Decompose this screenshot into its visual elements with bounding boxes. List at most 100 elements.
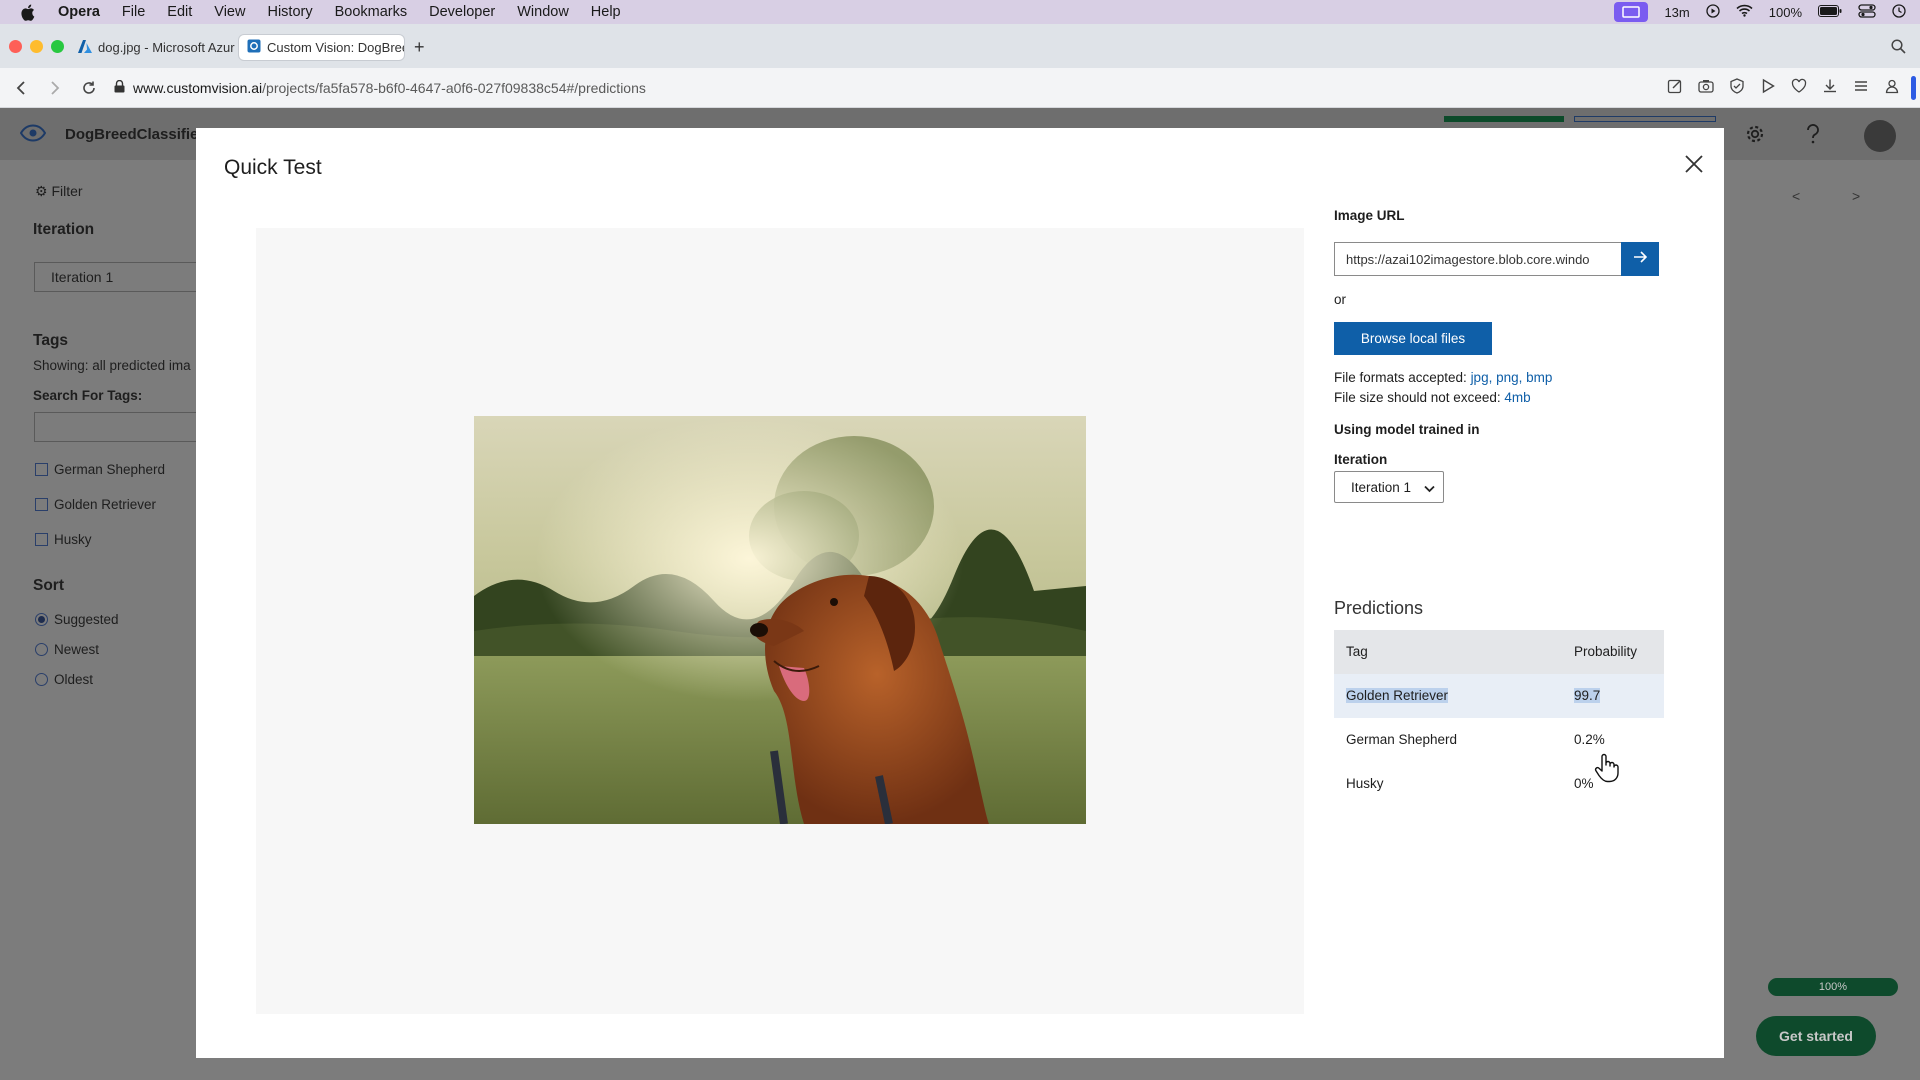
- control-center-icon[interactable]: [1858, 3, 1876, 21]
- screen-share-icon[interactable]: [1614, 2, 1649, 22]
- shield-icon[interactable]: [1729, 78, 1745, 94]
- url-path: /projects/fa5fa578-b6f0-4647-a0f6-027f09…: [262, 79, 646, 96]
- showing-text: Showing: all predicted ima: [33, 358, 191, 373]
- status-area: 13m 100%: [1614, 0, 1906, 24]
- iteration-label: Iteration: [1334, 452, 1388, 467]
- url-host: www.customvision.ai: [133, 79, 263, 96]
- sort-heading: Sort: [33, 577, 64, 594]
- sort-label: Newest: [54, 642, 100, 657]
- tag-checkbox-german-shepherd[interactable]: [35, 463, 48, 476]
- prediction-probability: 0.2%: [1574, 732, 1605, 747]
- apple-icon[interactable]: [20, 3, 38, 21]
- tag-label: Golden Retriever: [54, 497, 157, 512]
- menu-view[interactable]: View: [214, 4, 245, 20]
- url-field[interactable]: www.customvision.ai/projects/fa5fa578-b6…: [114, 79, 646, 96]
- get-started-button[interactable]: Get started: [1756, 1016, 1876, 1056]
- snapshot-edit-icon[interactable]: [1667, 78, 1683, 94]
- file-formats-link[interactable]: jpg, png, bmp: [1471, 370, 1553, 385]
- profile-icon[interactable]: [1884, 78, 1900, 94]
- tab-custom-vision[interactable]: Custom Vision: DogBreedClassifier: [239, 35, 404, 60]
- battery-icon[interactable]: [1818, 4, 1842, 20]
- clock-icon[interactable]: [1892, 3, 1906, 21]
- sort-radio-suggested[interactable]: [35, 613, 48, 626]
- image-url-input[interactable]: https://azai102imagestore.blob.core.wind…: [1334, 242, 1626, 276]
- time-left: 13m: [1664, 4, 1690, 20]
- forward-icon[interactable]: [42, 75, 68, 101]
- tag-checkbox-husky[interactable]: [35, 533, 48, 546]
- tab-azure-portal[interactable]: dog.jpg - Microsoft Azure: [70, 35, 235, 60]
- project-name[interactable]: DogBreedClassifier: [65, 126, 204, 143]
- prev-page-icon[interactable]: <: [1792, 188, 1800, 204]
- filter-icon: ⚙: [35, 183, 48, 199]
- search-tags-label: Search For Tags:: [33, 388, 143, 403]
- sort-radio-newest[interactable]: [35, 643, 48, 656]
- maximize-window-button[interactable]: [51, 40, 64, 53]
- tab-title: Custom Vision: DogBreedClassifier: [267, 40, 404, 55]
- menu-help[interactable]: Help: [591, 4, 621, 20]
- menu-window[interactable]: Window: [517, 4, 569, 20]
- file-formats-text: File formats accepted: jpg, png, bmp: [1334, 370, 1553, 385]
- search-tags-input[interactable]: [34, 412, 204, 442]
- prediction-probability: 99.7: [1574, 688, 1601, 703]
- back-icon[interactable]: [8, 75, 34, 101]
- progress-bar: 100%: [1768, 978, 1898, 996]
- menu-opera[interactable]: Opera: [58, 4, 100, 20]
- play-icon[interactable]: [1706, 3, 1720, 21]
- prediction-probability: 0%: [1574, 776, 1594, 791]
- easy-setup-icon[interactable]: [1853, 78, 1869, 94]
- table-row[interactable]: Golden Retriever 99.7: [1334, 674, 1664, 718]
- heart-icon[interactable]: [1791, 78, 1807, 94]
- custom-vision-icon: [247, 39, 261, 56]
- quick-test-controls: Image URL https://azai102imagestore.blob…: [1334, 128, 1724, 1058]
- browser-tab-bar: dog.jpg - Microsoft Azure Custom Vision:…: [0, 24, 1920, 68]
- menu-file[interactable]: File: [122, 4, 145, 20]
- arrow-right-icon: [1633, 250, 1648, 268]
- menu-developer[interactable]: Developer: [429, 4, 495, 20]
- opera-sidebar-indicator[interactable]: [1911, 76, 1916, 100]
- menu-bookmarks[interactable]: Bookmarks: [335, 4, 408, 20]
- train-button[interactable]: [1444, 116, 1564, 122]
- prediction-tag: German Shepherd: [1346, 732, 1458, 747]
- sort-radio-oldest[interactable]: [35, 673, 48, 686]
- prediction-tag: Golden Retriever: [1346, 688, 1449, 703]
- header-probability: Probability: [1574, 644, 1638, 659]
- hand-cursor-icon: [1594, 753, 1620, 788]
- filter-button[interactable]: ⚙ Filter: [35, 183, 83, 200]
- or-text: or: [1334, 292, 1347, 307]
- tab-search-icon[interactable]: [1891, 39, 1906, 59]
- app-sidebar: ⚙ Filter Iteration Iteration 1 Tags Show…: [0, 160, 204, 1080]
- next-page-icon[interactable]: >: [1852, 188, 1860, 204]
- lock-icon: [114, 79, 125, 96]
- close-window-button[interactable]: [9, 40, 22, 53]
- image-preview-area: [256, 228, 1304, 1014]
- dog-photo: [474, 416, 1086, 824]
- flow-play-icon[interactable]: [1760, 78, 1776, 94]
- tab-title: dog.jpg - Microsoft Azure: [98, 40, 235, 55]
- download-icon[interactable]: [1822, 78, 1838, 94]
- camera-icon[interactable]: [1698, 78, 1714, 94]
- minimize-window-button[interactable]: [30, 40, 43, 53]
- macos-menu-bar: Opera File Edit View History Bookmarks D…: [0, 0, 1920, 24]
- avatar[interactable]: [1864, 120, 1896, 152]
- menu-history[interactable]: History: [267, 4, 312, 20]
- iteration-dropdown[interactable]: Iteration 1: [34, 262, 204, 292]
- browser-toolbar-icons: [1667, 78, 1900, 94]
- new-tab-button[interactable]: +: [414, 37, 425, 58]
- tag-label: German Shepherd: [54, 462, 166, 477]
- eye-logo-icon[interactable]: [19, 124, 47, 147]
- reload-icon[interactable]: [76, 75, 102, 101]
- chevron-down-icon: [1424, 481, 1435, 496]
- settings-gear-icon[interactable]: [1745, 124, 1765, 150]
- header-tag: Tag: [1346, 644, 1368, 659]
- sort-label: Oldest: [54, 672, 94, 687]
- quick-test-button[interactable]: [1574, 116, 1716, 122]
- browse-local-files-button[interactable]: Browse local files: [1334, 322, 1492, 355]
- tag-checkbox-golden-retriever[interactable]: [35, 498, 48, 511]
- file-size-link[interactable]: 4mb: [1504, 390, 1530, 405]
- submit-url-button[interactable]: [1621, 242, 1659, 276]
- wifi-icon[interactable]: [1736, 4, 1753, 20]
- iteration-select[interactable]: Iteration 1: [1334, 471, 1444, 503]
- menu-edit[interactable]: Edit: [167, 4, 192, 20]
- browser-address-bar: www.customvision.ai/projects/fa5fa578-b6…: [0, 68, 1920, 108]
- help-icon[interactable]: [1806, 124, 1820, 150]
